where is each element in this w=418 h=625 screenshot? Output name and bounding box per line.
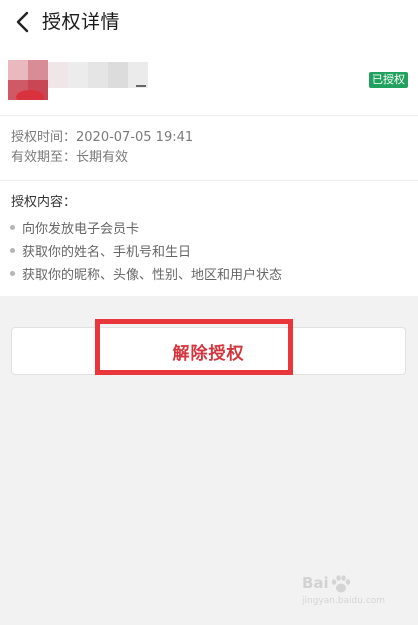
watermark-brand: Bai [302, 574, 329, 592]
authorization-time: 授权时间：2020-07-05 19:41 [11, 130, 194, 145]
list-item-label: 向你发放电子会员卡 [22, 221, 140, 237]
auth-detail-panel: 授权详情 已授权 授权时间：2020-07-05 19:41 有效期至：长期有效… [0, 0, 418, 296]
back-button[interactable] [10, 9, 34, 35]
status-badge: 已授权 [369, 72, 408, 88]
page-title: 授权详情 [42, 11, 121, 33]
bullet-icon [10, 270, 15, 276]
divider [0, 180, 418, 181]
app-logo-blurred [8, 60, 48, 100]
list-item-label: 获取你的姓名、手机号和生日 [22, 244, 192, 260]
bullet-icon [10, 247, 15, 253]
bullet-icon [10, 224, 15, 230]
list-item: 获取你的昵称、头像、性别、地区和用户状态 [10, 263, 282, 283]
divider [0, 115, 418, 116]
authorized-app-row: 已授权 [0, 52, 418, 110]
chevron-left-icon [16, 11, 29, 33]
blur-artifact [136, 85, 146, 87]
revoke-button-label: 解除授权 [172, 343, 245, 364]
content-section-title: 授权内容： [11, 195, 77, 210]
paw-icon [331, 575, 351, 593]
validity-period: 有效期至：长期有效 [11, 150, 129, 165]
watermark: Bai jingyan.baidu.com [298, 572, 410, 612]
list-item-label: 获取你的昵称、头像、性别、地区和用户状态 [22, 267, 283, 283]
revoke-authorization-button[interactable]: 解除授权 [11, 327, 406, 375]
app-name-blurred [48, 62, 148, 88]
navigation-bar: 授权详情 [0, 0, 418, 44]
list-item: 向你发放电子会员卡 [10, 217, 139, 237]
list-item: 获取你的姓名、手机号和生日 [10, 240, 191, 260]
watermark-url: jingyan.baidu.com [302, 596, 386, 606]
